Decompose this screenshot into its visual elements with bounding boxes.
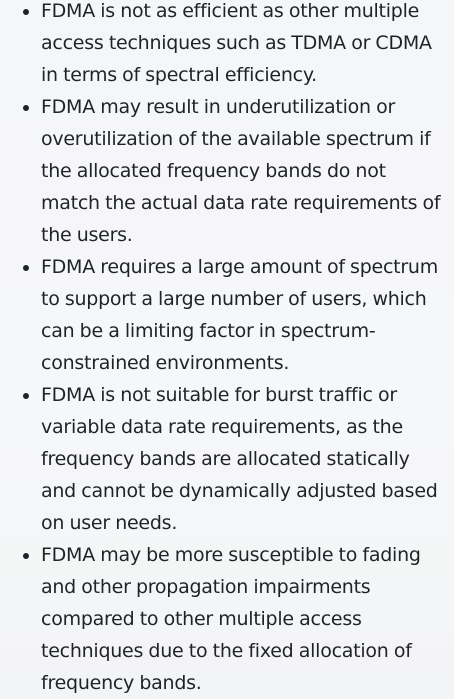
list-item-text: FDMA is not as efficient as other multip… [41, 0, 432, 86]
disadvantages-list: FDMA is not as efficient as other multip… [0, 0, 454, 699]
bullet-icon [23, 9, 29, 15]
bullet-icon [23, 553, 29, 559]
list-item-text: FDMA may result in underutilization or o… [41, 96, 441, 246]
bullet-icon [23, 393, 29, 399]
bullet-icon [23, 105, 29, 111]
list-item-text: FDMA may be more susceptible to fading a… [41, 544, 421, 694]
list-item: FDMA is not suitable for burst traffic o… [0, 379, 454, 539]
list-item: FDMA is not as efficient as other multip… [0, 0, 454, 91]
list-item-text: FDMA is not suitable for burst traffic o… [41, 384, 438, 534]
list-item: FDMA may be more susceptible to fading a… [0, 539, 454, 699]
list-item: FDMA requires a large amount of spectrum… [0, 251, 454, 379]
bullet-icon [23, 265, 29, 271]
list-item: FDMA may result in underutilization or o… [0, 91, 454, 251]
list-item-text: FDMA requires a large amount of spectrum… [41, 256, 438, 374]
